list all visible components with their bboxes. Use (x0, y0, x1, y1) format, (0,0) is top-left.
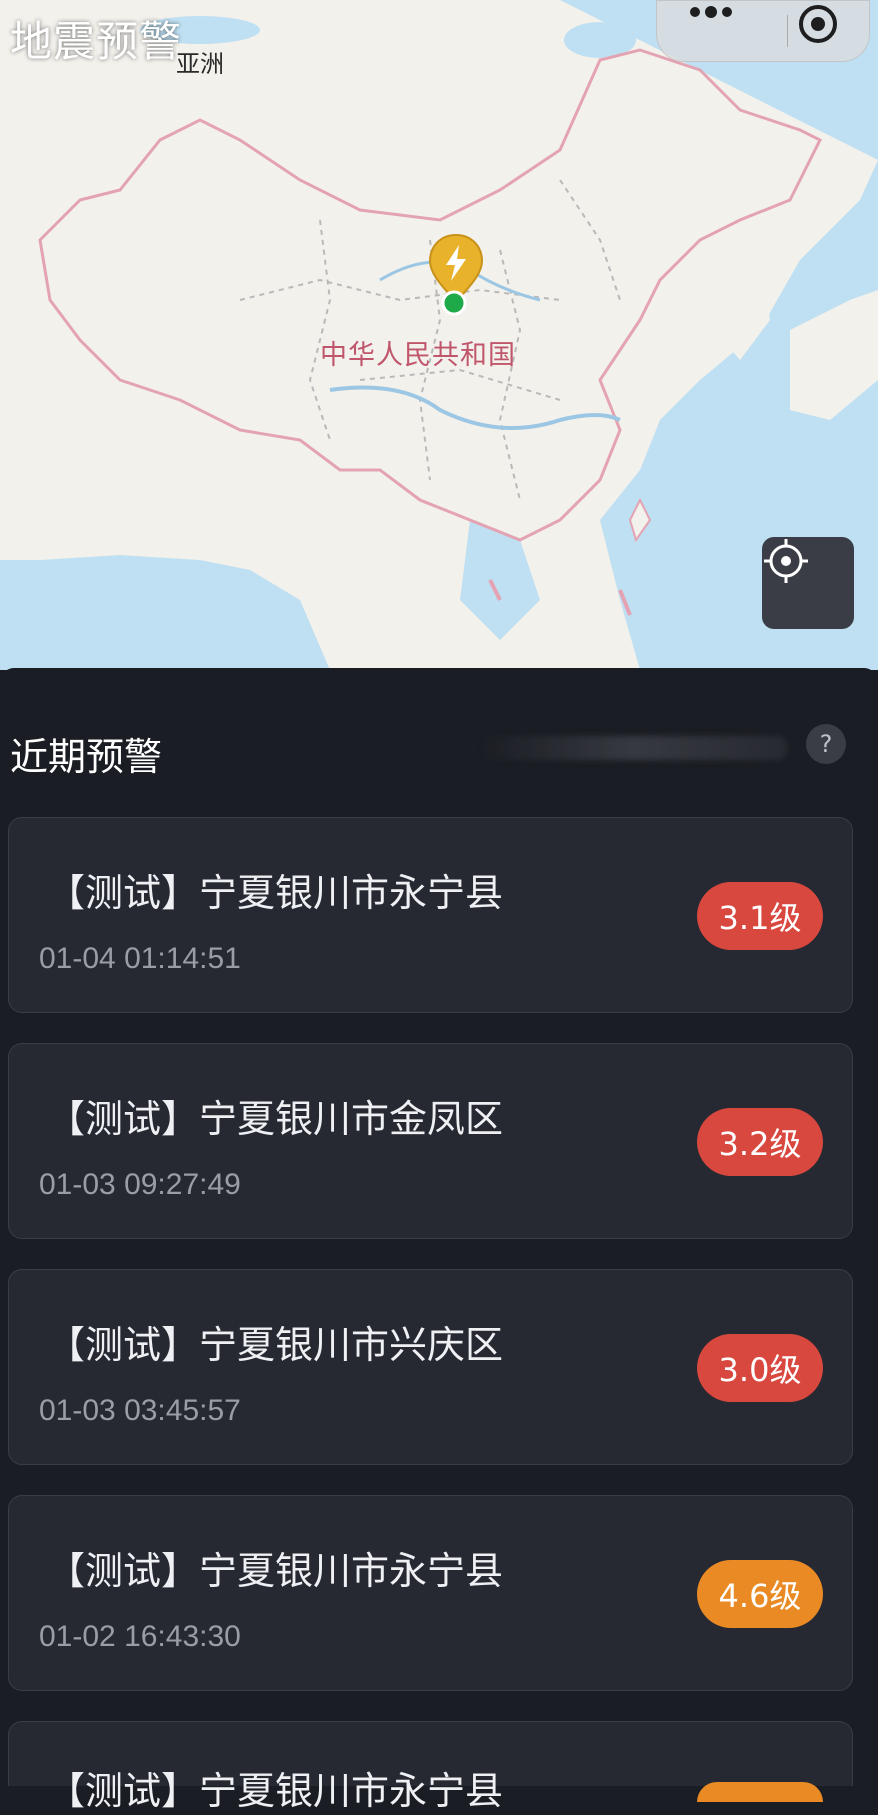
alert-time: 01-03 09:27:49 (39, 1168, 241, 1201)
mini-program-capsule (656, 0, 870, 62)
locate-button[interactable] (762, 537, 854, 629)
alert-time: 01-02 16:43:30 (39, 1620, 241, 1653)
close-button[interactable] (797, 3, 857, 59)
help-icon[interactable]: ? (806, 724, 846, 764)
alert-time: 01-03 03:45:57 (39, 1394, 241, 1427)
app-title: 地震预警 (10, 17, 183, 66)
magnitude-badge: 4.6级 (697, 1560, 823, 1628)
alert-time: 01-04 01:14:51 (39, 942, 241, 975)
more-dots-icon (690, 6, 732, 18)
magnitude-badge: 3.0级 (697, 1334, 823, 1402)
crosshair-icon (764, 539, 808, 583)
blurred-note (478, 736, 788, 760)
alert-place: 【测试】宁夏银川市兴庆区 (47, 1323, 504, 1367)
alert-place: 【测试】宁夏银川市永宁县 (47, 1549, 504, 1593)
alert-place: 【测试】宁夏银川市永宁县 (47, 871, 504, 915)
epicenter-marker[interactable] (426, 233, 486, 323)
magnitude-badge: 3.2级 (697, 1108, 823, 1176)
capsule-divider (787, 15, 788, 47)
map-view[interactable]: 地震预警 亚洲 中华人民共和国 (0, 0, 878, 670)
alert-card[interactable]: 【测试】宁夏银川市永宁县 01-02 16:43:30 4.6级 (8, 1495, 853, 1691)
alert-card[interactable]: 【测试】宁夏银川市兴庆区 01-03 03:45:57 3.0级 (8, 1269, 853, 1465)
alert-card[interactable]: 【测试】宁夏银川市永宁县 (8, 1721, 853, 1813)
more-options-button[interactable] (687, 5, 777, 57)
continent-label: 亚洲 (176, 50, 224, 78)
country-label: 中华人民共和国 (320, 340, 516, 371)
alert-card[interactable]: 【测试】宁夏银川市永宁县 01-04 01:14:51 3.1级 (8, 817, 853, 1013)
section-title: 近期预警 (10, 735, 163, 779)
lightning-pin-icon (428, 233, 484, 316)
alert-card[interactable]: 【测试】宁夏银川市金凤区 01-03 09:27:49 3.2级 (8, 1043, 853, 1239)
alert-place: 【测试】宁夏银川市金凤区 (47, 1097, 504, 1141)
magnitude-badge (697, 1782, 823, 1802)
alert-place: 【测试】宁夏银川市永宁县 (47, 1769, 504, 1813)
magnitude-badge: 3.1级 (697, 882, 823, 950)
close-circle-icon (799, 5, 837, 43)
